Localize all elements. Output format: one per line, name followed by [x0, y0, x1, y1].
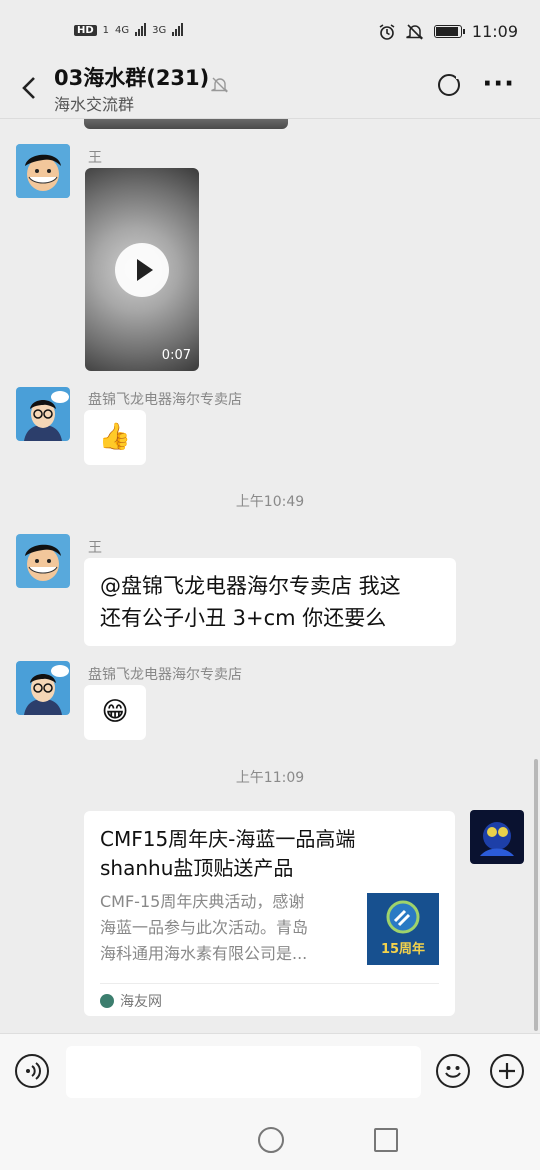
card-source: 海友网	[100, 991, 162, 1011]
emoji-bubble[interactable]: 👍	[84, 410, 146, 465]
silent-bell-icon	[406, 23, 424, 40]
network-1-label: 4G	[115, 25, 130, 36]
status-bar: HD 1 4G 3G 11:09	[0, 0, 540, 62]
card-thumbnail: 15周年	[367, 893, 439, 965]
system-nav-bar	[0, 1111, 540, 1170]
message-input[interactable]	[66, 1046, 421, 1098]
timestamp: 上午10:49	[235, 494, 305, 510]
plus-icon[interactable]	[490, 1054, 524, 1088]
signal-indicators: HD 1 4G 3G	[74, 22, 184, 36]
more-icon[interactable]: ···	[482, 71, 515, 97]
avatar[interactable]	[16, 387, 70, 441]
source-name: 海友网	[120, 994, 162, 1010]
chat-scrollbar[interactable]	[534, 759, 538, 1031]
mute-bell-icon	[211, 77, 229, 93]
alarm-icon	[379, 23, 395, 40]
self-avatar[interactable]	[470, 810, 524, 864]
link-card[interactable]: CMF15周年庆-海蓝一品高端 shanhu盐顶贴送产品 CMF-15周年庆典活…	[84, 811, 455, 1016]
card-divider	[100, 983, 439, 984]
sender-name: 王	[88, 540, 102, 556]
group-subtitle: 海水交流群	[54, 95, 135, 114]
refresh-icon[interactable]	[438, 73, 462, 96]
nav-home-icon[interactable]	[258, 1127, 284, 1153]
avatar[interactable]	[16, 661, 70, 715]
video-duration: 0:07	[161, 348, 191, 363]
card-title: CMF15周年庆-海蓝一品高端 shanhu盐顶贴送产品	[100, 825, 400, 883]
battery-icon	[433, 25, 465, 38]
sender-name: 王	[88, 150, 102, 166]
network-2-label: 3G	[152, 25, 167, 36]
card-title-line: shanhu盐顶贴送产品	[100, 856, 294, 880]
message-text-line: @盘锦飞龙电器海尔专卖店 我这	[100, 574, 401, 598]
text-message-bubble[interactable]: @盘锦飞龙电器海尔专卖店 我这 还有公子小丑 3+cm 你还要么	[84, 558, 456, 646]
play-icon[interactable]	[115, 243, 169, 297]
signal-bars-2-icon	[172, 22, 184, 36]
group-title[interactable]: 03海水群(231)	[54, 62, 209, 92]
sim1-label: 1	[102, 25, 110, 36]
chat-area[interactable]: 王 0:07 盘锦飞龙电器海尔专卖店 👍 上午10:49 王 @盘锦飞龙电器海尔…	[0, 119, 540, 1033]
hd-badge: HD	[74, 25, 97, 36]
timestamp: 上午11:09	[235, 770, 305, 786]
thumbnail-text: 15周年	[380, 942, 426, 957]
video-message[interactable]: 0:07	[85, 168, 199, 371]
clock: 11:09	[471, 22, 518, 41]
voice-icon[interactable]	[15, 1054, 49, 1088]
emoji-bubble[interactable]: 😁	[84, 685, 146, 740]
previous-media-thumbnail[interactable]	[84, 119, 288, 129]
signal-bars-icon	[135, 22, 147, 36]
avatar[interactable]	[16, 534, 70, 588]
message-text-line: 还有公子小丑 3+cm 你还要么	[100, 606, 387, 630]
input-bar	[0, 1033, 540, 1112]
source-logo-icon	[100, 994, 114, 1008]
emoji-icon[interactable]	[436, 1054, 470, 1088]
nav-recents-icon[interactable]	[374, 1128, 398, 1152]
card-title-line: CMF15周年庆-海蓝一品高端	[100, 827, 356, 851]
back-icon[interactable]	[18, 74, 42, 102]
card-description: CMF-15周年庆典活动，感谢 海蓝一品参与此次活动。青岛 海科通用海水素有限公…	[100, 889, 352, 967]
sender-name: 盘锦飞龙电器海尔专卖店	[88, 667, 242, 683]
card-desc-line: 海蓝一品参与此次活动。青岛	[100, 918, 309, 937]
sender-name: 盘锦飞龙电器海尔专卖店	[88, 392, 242, 408]
card-desc-line: CMF-15周年庆典活动，感谢	[100, 892, 305, 911]
avatar[interactable]	[16, 144, 70, 198]
card-desc-line: 海科通用海水素有限公司是...	[100, 944, 308, 963]
chat-header: 03海水群(231) 海水交流群 ···	[0, 62, 540, 119]
